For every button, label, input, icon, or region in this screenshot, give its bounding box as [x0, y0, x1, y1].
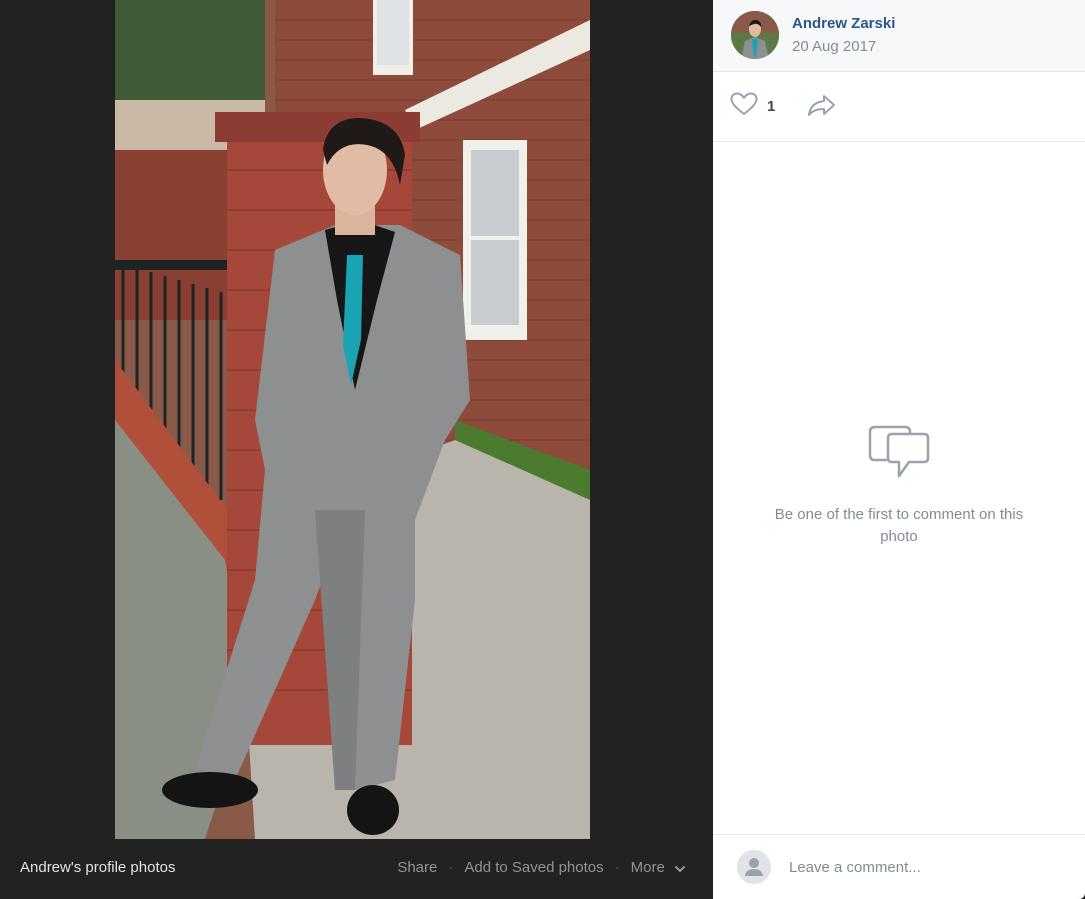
comments-bubble-icon: [713, 420, 1085, 480]
no-comments-placeholder: Be one of the first to comment on this p…: [713, 420, 1085, 548]
reaction-bar: 1: [713, 72, 1085, 142]
author-name-link[interactable]: Andrew Zarski: [792, 15, 895, 32]
empty-comments-text: Be one of the first to comment on this p…: [774, 506, 1024, 545]
post-date[interactable]: 20 Aug 2017: [792, 38, 876, 55]
author-avatar[interactable]: [731, 11, 779, 59]
share-button[interactable]: [807, 93, 837, 122]
share-link[interactable]: Share: [397, 859, 437, 876]
photo-actions: Share · Add to Saved photos · More: [397, 859, 685, 877]
photo-viewer: Andrew's profile photos Share · Add to S…: [0, 0, 713, 898]
post-header: Andrew Zarski 20 Aug 2017: [713, 0, 1085, 72]
save-to-saved-photos-link[interactable]: Add to Saved photos: [464, 859, 603, 876]
separator: ·: [448, 859, 454, 877]
photo-image: [115, 0, 590, 839]
more-menu-button[interactable]: More: [631, 859, 685, 877]
like-count: 1: [767, 98, 776, 115]
comment-input[interactable]: [779, 852, 1069, 882]
profile-photo[interactable]: [115, 0, 590, 839]
photo-info-panel: Andrew Zarski 20 Aug 2017 1 Be one of th…: [713, 0, 1085, 899]
share-arrow-icon: [807, 95, 837, 121]
more-label: More: [630, 859, 665, 876]
album-link[interactable]: Andrew's profile photos: [20, 859, 175, 876]
comment-composer: [713, 834, 1085, 899]
chevron-down-icon: [675, 860, 685, 877]
current-user-avatar: [737, 850, 771, 884]
separator: ·: [614, 859, 620, 877]
like-button[interactable]: 1: [730, 92, 775, 121]
photo-footer: Andrew's profile photos Share · Add to S…: [0, 839, 713, 898]
user-silhouette-icon: [737, 850, 771, 884]
heart-icon: [730, 92, 758, 121]
